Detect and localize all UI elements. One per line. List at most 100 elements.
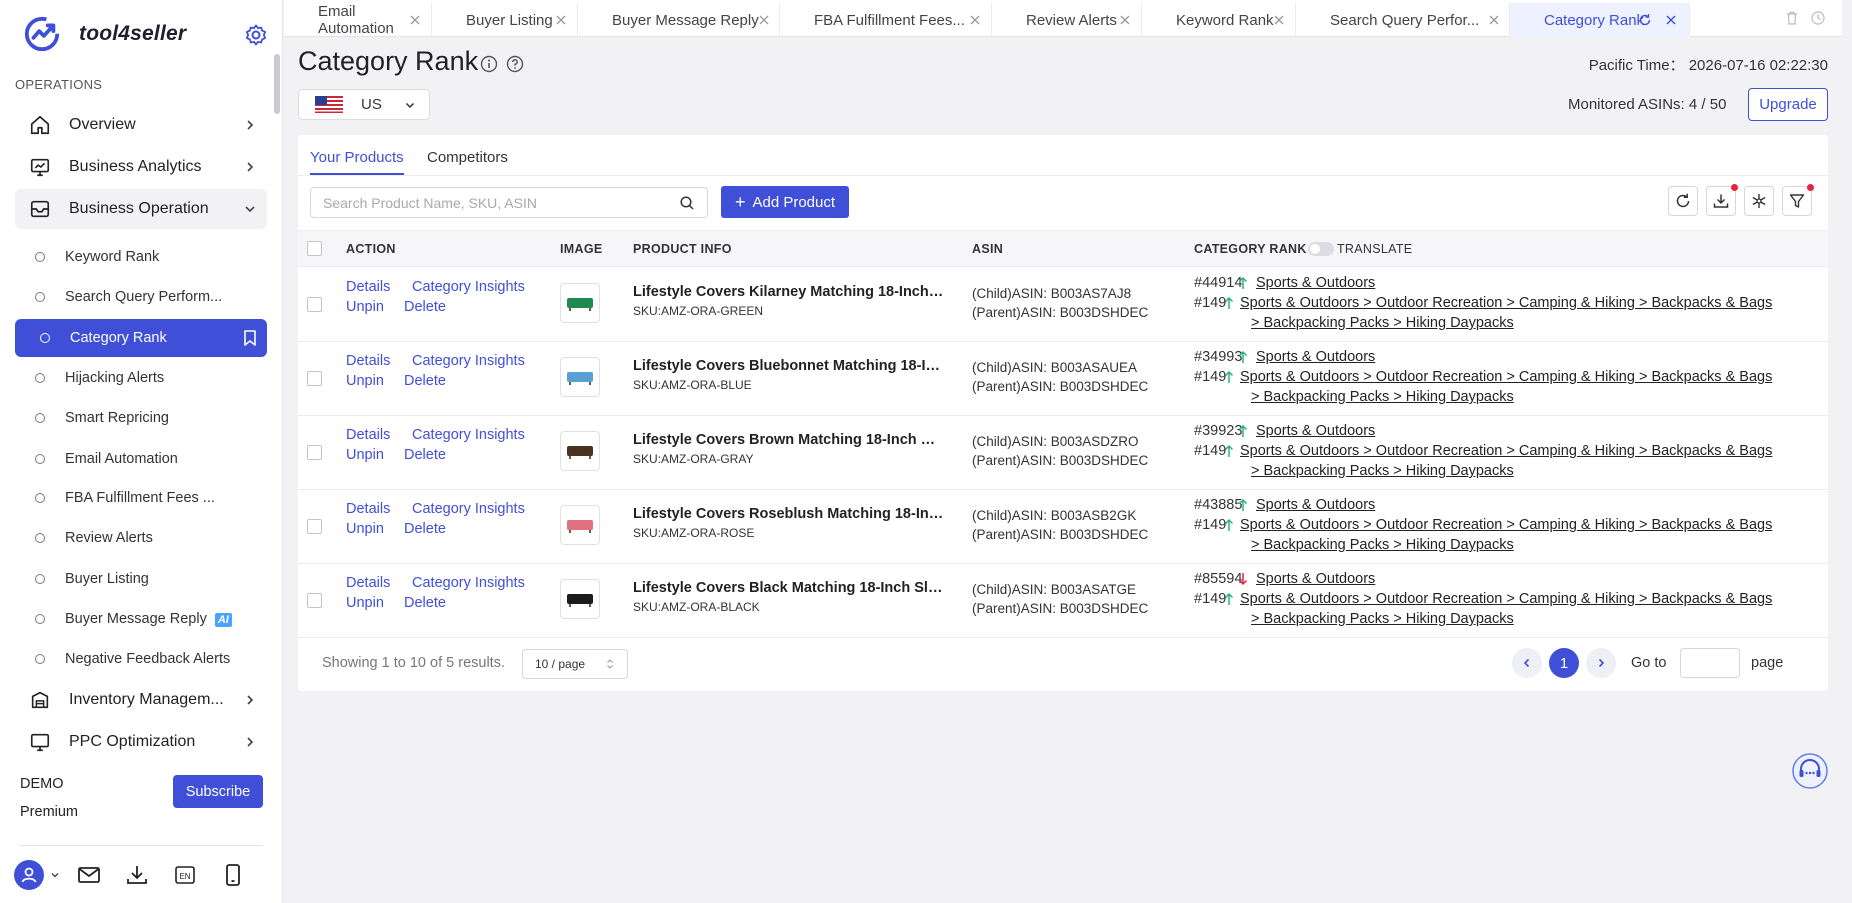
sidebar-item-email-automation[interactable]: Email Automation [15, 440, 267, 478]
sidebar-item-buyer-listing[interactable]: Buyer Listing [15, 560, 267, 598]
category-path-link-cont[interactable]: > Backpacking Packs > Hiking Daypacks [1251, 537, 1514, 553]
product-name[interactable]: Lifestyle Covers Kilarney Matching 18-In… [633, 284, 945, 300]
tab-buyer-message-reply[interactable]: Buyer Message Reply [578, 3, 780, 37]
tab-email-automation[interactable]: Email Automation [284, 3, 432, 37]
details-link[interactable]: Details [346, 279, 390, 295]
category-insights-link[interactable]: Category Insights [412, 353, 525, 369]
tab-keyword-rank[interactable]: Keyword Rank [1142, 3, 1296, 37]
add-product-button[interactable]: + Add Product [721, 186, 849, 218]
product-image[interactable] [560, 431, 600, 471]
tab-review-alerts[interactable]: Review Alerts [992, 3, 1142, 37]
product-name[interactable]: Lifestyle Covers Black Matching 18-Inch … [633, 580, 945, 596]
category-path-link[interactable]: Sports & Outdoors > Outdoor Recreation >… [1240, 517, 1772, 533]
product-name[interactable]: Lifestyle Covers Bluebonnet Matching 18-… [633, 358, 945, 374]
close-icon[interactable] [1119, 14, 1131, 26]
sidebar-item-category-rank[interactable]: Category Rank [15, 319, 267, 357]
sidebar-item-hijacking-alerts[interactable]: Hijacking Alerts [15, 359, 267, 397]
nav-overview[interactable]: Overview [15, 105, 267, 145]
product-name[interactable]: Lifestyle Covers Brown Matching 18-Inch … [633, 432, 945, 448]
unpin-link[interactable]: Unpin [346, 521, 384, 537]
support-headset-icon[interactable] [1792, 753, 1828, 789]
columns-button[interactable] [1744, 186, 1774, 216]
details-link[interactable]: Details [346, 427, 390, 443]
history-icon[interactable] [1810, 10, 1826, 26]
next-page-button[interactable] [1586, 648, 1616, 678]
page-button-current[interactable]: 1 [1549, 648, 1579, 678]
row-checkbox[interactable] [307, 519, 322, 534]
page-size-select[interactable]: 10 / page [522, 649, 628, 679]
close-icon[interactable] [555, 14, 567, 26]
category-insights-link[interactable]: Category Insights [412, 575, 525, 591]
row-checkbox[interactable] [307, 593, 322, 608]
country-select[interactable]: US [298, 89, 430, 120]
sidebar-item-keyword-rank[interactable]: Keyword Rank [15, 238, 267, 276]
goto-page-input[interactable] [1680, 648, 1740, 678]
category-path-link[interactable]: Sports & Outdoors > Outdoor Recreation >… [1240, 443, 1772, 459]
category-path-link-cont[interactable]: > Backpacking Packs > Hiking Daypacks [1251, 463, 1514, 479]
product-image[interactable] [560, 283, 600, 323]
download-icon[interactable] [124, 862, 150, 888]
gear-icon[interactable] [244, 23, 268, 47]
prev-page-button[interactable] [1512, 648, 1542, 678]
avatar[interactable] [14, 860, 44, 890]
nav-business-operation[interactable]: Business Operation [15, 189, 267, 229]
nav-inventory-management[interactable]: Inventory Managem... [15, 680, 267, 720]
delete-link[interactable]: Delete [404, 373, 446, 389]
row-checkbox[interactable] [307, 297, 322, 312]
delete-link[interactable]: Delete [404, 447, 446, 463]
info-icon[interactable] [480, 55, 498, 73]
translate-toggle[interactable] [1308, 242, 1334, 256]
tab-your-products[interactable]: Your Products [310, 149, 404, 175]
refresh-icon[interactable] [1638, 13, 1652, 27]
category-link[interactable]: Sports & Outdoors [1256, 423, 1375, 439]
close-icon[interactable] [969, 14, 981, 26]
sidebar-item-smart-repricing[interactable]: Smart Repricing [15, 399, 267, 437]
subscribe-button[interactable]: Subscribe [173, 775, 263, 808]
details-link[interactable]: Details [346, 501, 390, 517]
row-checkbox[interactable] [307, 445, 322, 460]
close-icon[interactable] [409, 14, 421, 26]
details-link[interactable]: Details [346, 575, 390, 591]
tab-buyer-listing[interactable]: Buyer Listing [432, 3, 578, 37]
select-all-checkbox[interactable] [307, 241, 322, 256]
close-icon[interactable] [1273, 14, 1285, 26]
close-icon[interactable] [758, 14, 770, 26]
language-icon[interactable]: EN [172, 862, 198, 888]
category-path-link[interactable]: Sports & Outdoors > Outdoor Recreation >… [1240, 295, 1772, 311]
category-link[interactable]: Sports & Outdoors [1256, 571, 1375, 587]
delete-link[interactable]: Delete [404, 595, 446, 611]
tab-fba-fees[interactable]: FBA Fulfillment Fees... [780, 3, 992, 37]
category-insights-link[interactable]: Category Insights [412, 501, 525, 517]
upgrade-button[interactable]: Upgrade [1748, 88, 1828, 121]
nav-business-analytics[interactable]: Business Analytics [15, 147, 267, 187]
help-icon[interactable] [506, 55, 524, 73]
mobile-icon[interactable] [220, 862, 246, 888]
category-path-link-cont[interactable]: > Backpacking Packs > Hiking Daypacks [1251, 611, 1514, 627]
category-insights-link[interactable]: Category Insights [412, 427, 525, 443]
tab-search-query[interactable]: Search Query Perfor... [1296, 3, 1510, 37]
category-link[interactable]: Sports & Outdoors [1256, 497, 1375, 513]
unpin-link[interactable]: Unpin [346, 447, 384, 463]
category-path-link-cont[interactable]: > Backpacking Packs > Hiking Daypacks [1251, 389, 1514, 405]
category-insights-link[interactable]: Category Insights [412, 279, 525, 295]
search-input[interactable] [323, 194, 663, 211]
tab-competitors[interactable]: Competitors [427, 149, 508, 173]
category-path-link[interactable]: Sports & Outdoors > Outdoor Recreation >… [1240, 369, 1772, 385]
product-image[interactable] [560, 505, 600, 545]
row-checkbox[interactable] [307, 371, 322, 386]
nav-ppc-optimization[interactable]: PPC Optimization [15, 722, 267, 762]
search-icon[interactable] [679, 195, 695, 211]
sidebar-item-negative-feedback[interactable]: Negative Feedback Alerts [15, 640, 267, 678]
details-link[interactable]: Details [346, 353, 390, 369]
unpin-link[interactable]: Unpin [346, 373, 384, 389]
delete-link[interactable]: Delete [404, 521, 446, 537]
page-scrollbar[interactable] [1842, 0, 1852, 903]
sidebar-scrollbar[interactable] [274, 54, 280, 114]
tab-category-rank[interactable]: Category Rank [1510, 3, 1690, 37]
sidebar-item-fba-fees[interactable]: FBA Fulfillment Fees ... [15, 479, 267, 517]
category-path-link[interactable]: Sports & Outdoors > Outdoor Recreation >… [1240, 591, 1772, 607]
category-path-link-cont[interactable]: > Backpacking Packs > Hiking Daypacks [1251, 315, 1514, 331]
product-image[interactable] [560, 579, 600, 619]
filter-button[interactable] [1782, 184, 1814, 216]
trash-icon[interactable] [1784, 10, 1800, 26]
